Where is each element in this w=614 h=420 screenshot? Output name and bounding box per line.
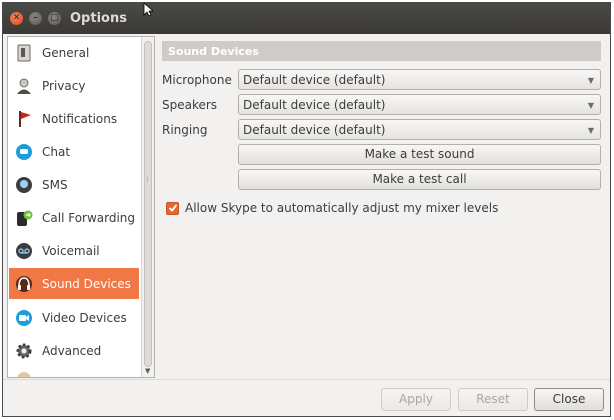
dropdown-arrow-icon: ▼ [587,126,594,135]
voicemail-icon [14,241,34,261]
sidebar: General Privacy Notifications Chat SMS C… [7,36,155,378]
make-test-call-button[interactable]: Make a test call [238,169,601,190]
microphone-value: Default device (default) [243,73,386,87]
sidebar-item-label: General [42,45,90,60]
sidebar-item-privacy[interactable]: Privacy [9,70,139,101]
sidebar-item-notifications[interactable]: Notifications [9,103,139,134]
auto-adjust-label: Allow Skype to automatically adjust my m… [185,201,499,215]
ringing-label: Ringing [162,123,208,137]
maximize-window-icon[interactable]: □ [48,12,61,25]
sidebar-item-advanced[interactable]: Advanced [9,335,139,366]
auto-adjust-row[interactable]: Allow Skype to automatically adjust my m… [166,201,498,215]
checkmark-icon [168,204,177,212]
sidebar-item-label: Advanced [42,343,102,358]
auto-adjust-checkbox[interactable] [166,201,179,215]
sidebar-item-label: Privacy [42,78,86,93]
sound-devices-icon [14,274,34,294]
notifications-icon [14,109,34,129]
minimize-window-icon[interactable]: – [29,12,42,25]
sidebar-item-label: Chat [42,144,71,159]
close-button[interactable]: Close [534,388,604,411]
partial-item-icon [14,369,34,377]
sound-devices-panel: Sound Devices Microphone Default device … [160,36,603,378]
general-icon [14,43,34,63]
ringing-select[interactable]: Default device (default) ▼ [238,119,601,140]
apply-button[interactable]: Apply [381,388,451,411]
sidebar-item-chat[interactable]: Chat [9,136,139,167]
microphone-select[interactable]: Default device (default) ▼ [238,69,601,90]
microphone-label: Microphone [162,73,232,87]
dropdown-arrow-icon: ▼ [587,101,594,110]
sidebar-item-video-devices[interactable]: Video Devices [9,302,139,333]
section-header: Sound Devices [162,41,601,61]
dialog-footer: Apply Reset Close [3,379,610,416]
ringing-value: Default device (default) [243,123,386,137]
options-window: ✕ – □ Options General Privacy Notificati… [2,2,611,417]
sidebar-item-general[interactable]: General [9,37,139,68]
titlebar: ✕ – □ Options [3,3,610,34]
sidebar-item-label: Notifications [42,111,118,126]
speakers-value: Default device (default) [243,98,386,112]
mouse-cursor-icon [143,3,153,17]
advanced-icon [14,341,34,361]
sidebar-item-label: SMS [42,177,68,192]
sidebar-item-voicemail[interactable]: Voicemail [9,235,139,266]
scroll-down-arrow-icon[interactable]: ▼ [145,367,150,375]
sidebar-item-label: Call Forwarding [42,210,136,225]
sidebar-item-call-forwarding[interactable]: Call Forwarding [9,202,139,233]
sidebar-item-partial [9,368,139,377]
chat-icon [14,142,34,162]
sidebar-item-sound-devices[interactable]: Sound Devices [9,268,139,299]
privacy-icon [14,76,34,96]
video-devices-icon [14,308,34,328]
pane-splitter-handle-icon[interactable]: ⁞ [146,175,149,184]
close-window-icon[interactable]: ✕ [10,12,23,25]
call-forwarding-icon [14,208,34,228]
window-title: Options [70,11,127,26]
make-test-sound-button[interactable]: Make a test sound [238,144,601,165]
sidebar-item-label: Voicemail [42,243,100,258]
speakers-select[interactable]: Default device (default) ▼ [238,94,601,115]
sms-icon [14,175,34,195]
sidebar-item-label: Video Devices [42,310,127,325]
sidebar-item-label: Sound Devices [42,276,131,291]
section-title: Sound Devices [168,45,259,58]
dropdown-arrow-icon: ▼ [587,76,594,85]
sidebar-scrollbar[interactable]: ▼ [141,37,154,377]
reset-button[interactable]: Reset [458,388,528,411]
scrollbar-thumb[interactable] [144,41,152,367]
speakers-label: Speakers [162,98,218,112]
sidebar-item-sms[interactable]: SMS [9,169,139,200]
